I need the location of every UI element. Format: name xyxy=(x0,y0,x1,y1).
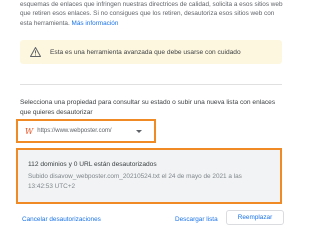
warning-triangle-icon xyxy=(30,47,41,57)
disavow-status-panel: 112 dominios y 0 URL están desautorizado… xyxy=(16,148,282,204)
warning-text: Esta es una herramienta avanzada que deb… xyxy=(50,48,241,56)
divider xyxy=(20,84,282,85)
replace-button[interactable]: Reemplazar xyxy=(226,210,284,225)
warning-banner: Esta es una herramienta avanzada que deb… xyxy=(20,40,282,64)
select-property-prompt: Selecciona una propiedad para consultar … xyxy=(20,99,276,116)
more-info-link[interactable]: Más información xyxy=(72,20,119,27)
property-logo-icon: W xyxy=(25,126,34,136)
cancel-disavow-button[interactable]: Cancelar desautorizaciones xyxy=(22,212,101,226)
status-detail: Subido disavow_webposter.com_20210524.tx… xyxy=(28,173,242,190)
chevron-down-icon xyxy=(136,129,142,133)
intro-paragraph: esquemas de enlaces que infringen nuestr… xyxy=(20,1,283,27)
download-list-button[interactable]: Descargar lista xyxy=(175,212,218,226)
property-selector[interactable]: W https://www.webposter.com/ xyxy=(16,119,156,143)
status-title: 112 dominios y 0 URL están desautorizado… xyxy=(28,161,157,168)
intro-text: esquemas de enlaces que infringen nuestr… xyxy=(20,0,288,28)
property-url: https://www.webposter.com/ xyxy=(37,128,112,134)
